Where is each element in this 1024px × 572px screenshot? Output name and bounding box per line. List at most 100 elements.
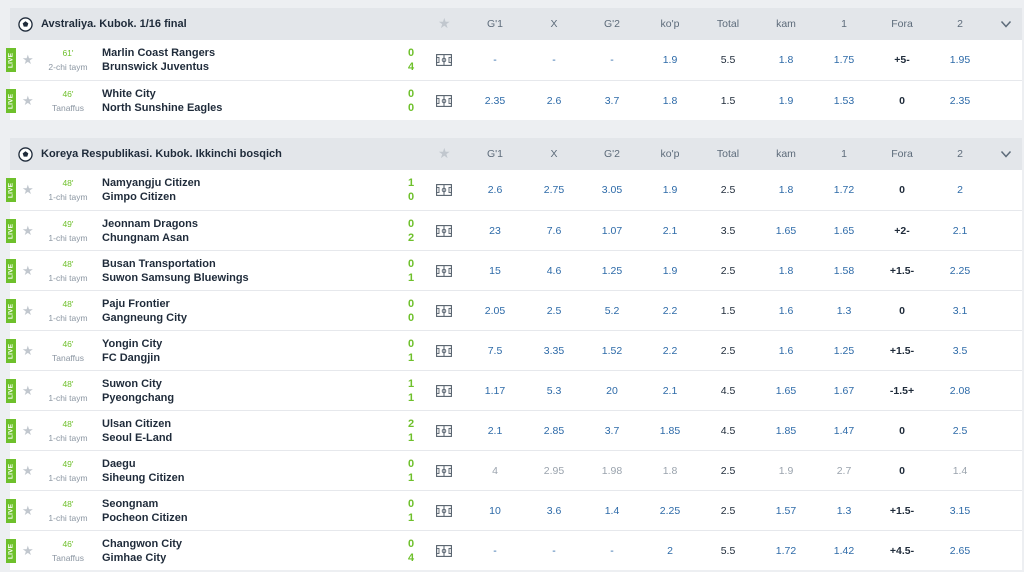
favorite-star-icon[interactable]: ★ xyxy=(22,263,34,279)
odd-cell[interactable]: 1.3 xyxy=(816,491,872,531)
odd-cell[interactable]: 1.8 xyxy=(758,40,814,80)
odd-cell[interactable]: 2.7 xyxy=(816,451,872,491)
team-away[interactable]: Brunswick Juventus xyxy=(102,60,215,74)
odd-cell[interactable]: 2.25 xyxy=(642,491,698,531)
match-row[interactable]: LIVE ★ 48' 1-chi taym Paju Frontier Gangneung… xyxy=(6,290,1022,331)
team-away[interactable]: Suwon Samsung Bluewings xyxy=(102,271,249,285)
odd-cell[interactable]: 1.85 xyxy=(758,411,814,451)
odd-cell[interactable]: 1.6 xyxy=(758,331,814,371)
favorite-star-icon[interactable]: ★ xyxy=(22,343,34,359)
team-home[interactable]: Ulsan Citizen xyxy=(102,417,172,431)
favorite-star-icon[interactable]: ★ xyxy=(22,52,34,68)
odd-cell[interactable]: 1.75 xyxy=(816,40,872,80)
odd-cell[interactable]: 2.1 xyxy=(932,211,988,251)
odd-cell[interactable]: 2.2 xyxy=(642,291,698,331)
odd-cell[interactable]: 2.1 xyxy=(642,371,698,411)
match-row[interactable]: LIVE ★ 49' 1-chi taym Daegu Siheung Citizen 0 1… xyxy=(6,450,1022,491)
team-home[interactable]: Suwon City xyxy=(102,377,174,391)
odd-cell[interactable]: 1.57 xyxy=(758,491,814,531)
favorite-star-icon[interactable]: ★ xyxy=(438,145,451,162)
odd-cell[interactable]: 7.6 xyxy=(526,211,582,251)
odd-cell[interactable]: 2.05 xyxy=(467,291,523,331)
match-row[interactable]: LIVE ★ 46' Tanaffus Yongin City FC Dangjin 0 1 7… xyxy=(6,330,1022,371)
odd-cell[interactable]: 2.35 xyxy=(932,81,988,121)
odd-cell[interactable]: 2.95 xyxy=(526,451,582,491)
team-away[interactable]: North Sunshine Eagles xyxy=(102,101,222,115)
team-away[interactable]: Siheung Citizen xyxy=(102,471,185,485)
favorite-star-icon[interactable]: ★ xyxy=(22,463,34,479)
odd-cell[interactable]: - xyxy=(584,40,640,80)
odd-cell[interactable]: 3.5 xyxy=(932,331,988,371)
odd-cell[interactable]: 1.72 xyxy=(816,170,872,210)
odd-cell[interactable]: 2.85 xyxy=(526,411,582,451)
match-teams[interactable]: Paju Frontier Gangneung City xyxy=(102,297,187,325)
odd-cell[interactable]: 2.6 xyxy=(526,81,582,121)
odd-cell[interactable]: 1.47 xyxy=(816,411,872,451)
odd-cell[interactable]: - xyxy=(526,531,582,571)
field-stats-icon[interactable] xyxy=(436,384,452,397)
odd-cell[interactable]: 10 xyxy=(467,491,523,531)
team-home[interactable]: Yongin City xyxy=(102,337,162,351)
odd-cell[interactable]: 3.15 xyxy=(932,491,988,531)
team-away[interactable]: Pocheon Citizen xyxy=(102,511,188,525)
odd-cell[interactable]: 1.42 xyxy=(816,531,872,571)
odd-cell[interactable]: 1.8 xyxy=(642,451,698,491)
odd-cell[interactable]: 1.25 xyxy=(816,331,872,371)
odd-cell[interactable]: 1.4 xyxy=(584,491,640,531)
odd-cell[interactable]: 1.65 xyxy=(816,211,872,251)
favorite-star-icon[interactable]: ★ xyxy=(438,15,451,32)
odd-cell[interactable]: 1.52 xyxy=(584,331,640,371)
match-row[interactable]: LIVE ★ 48' 1-chi taym Busan Transportation Su… xyxy=(6,250,1022,291)
team-away[interactable]: Gimpo Citizen xyxy=(102,190,200,204)
odd-cell[interactable]: 2 xyxy=(932,170,988,210)
chevron-down-icon[interactable] xyxy=(1000,148,1012,160)
odd-cell[interactable]: 3.1 xyxy=(932,291,988,331)
odd-cell[interactable]: 20 xyxy=(584,371,640,411)
favorite-star-icon[interactable]: ★ xyxy=(22,303,34,319)
odd-cell[interactable]: 1.3 xyxy=(816,291,872,331)
odd-cell[interactable]: 1.07 xyxy=(584,211,640,251)
odd-cell[interactable]: - xyxy=(467,40,523,80)
odd-cell[interactable]: 3.7 xyxy=(584,411,640,451)
team-home[interactable]: Seongnam xyxy=(102,497,188,511)
odd-cell[interactable]: 1.25 xyxy=(584,251,640,291)
team-home[interactable]: Jeonnam Dragons xyxy=(102,217,198,231)
odd-cell[interactable]: 2.1 xyxy=(467,411,523,451)
odd-cell[interactable]: 2 xyxy=(642,531,698,571)
odd-cell[interactable]: 1.8 xyxy=(758,251,814,291)
odd-cell[interactable]: 2.25 xyxy=(932,251,988,291)
field-stats-icon[interactable] xyxy=(436,464,452,477)
team-home[interactable]: Namyangju Citizen xyxy=(102,176,200,190)
odd-cell[interactable]: 2.5 xyxy=(932,411,988,451)
odd-cell[interactable]: - xyxy=(467,531,523,571)
odd-cell[interactable]: 1.72 xyxy=(758,531,814,571)
odd-cell[interactable]: 1.65 xyxy=(758,211,814,251)
odd-cell[interactable]: 2.35 xyxy=(467,81,523,121)
odd-cell[interactable]: 5.2 xyxy=(584,291,640,331)
odd-cell[interactable]: 7.5 xyxy=(467,331,523,371)
match-row[interactable]: LIVE ★ 48' 1-chi taym Ulsan Citizen Seoul E-L… xyxy=(6,410,1022,451)
favorite-star-icon[interactable]: ★ xyxy=(22,182,34,198)
match-teams[interactable]: Namyangju Citizen Gimpo Citizen xyxy=(102,176,200,204)
match-row[interactable]: LIVE ★ 48' 1-chi taym Seongnam Pocheon Citize… xyxy=(6,490,1022,531)
match-teams[interactable]: Suwon City Pyeongchang xyxy=(102,377,174,405)
field-stats-icon[interactable] xyxy=(436,183,452,196)
odd-cell[interactable]: 5.3 xyxy=(526,371,582,411)
match-teams[interactable]: Seongnam Pocheon Citizen xyxy=(102,497,188,525)
odd-cell[interactable]: 1.67 xyxy=(816,371,872,411)
favorite-star-icon[interactable]: ★ xyxy=(22,223,34,239)
odd-cell[interactable]: 1.8 xyxy=(642,81,698,121)
team-away[interactable]: Gangneung City xyxy=(102,311,187,325)
team-away[interactable]: Pyeongchang xyxy=(102,391,174,405)
team-home[interactable]: Daegu xyxy=(102,457,185,471)
match-teams[interactable]: Changwon City Gimhae City xyxy=(102,537,182,565)
favorite-star-icon[interactable]: ★ xyxy=(22,543,34,559)
field-stats-icon[interactable] xyxy=(436,424,452,437)
league-header[interactable]: Avstraliya. Kubok. 1/16 final ★ G'1 X G'2 ko'… xyxy=(10,8,1022,40)
odd-cell[interactable]: - xyxy=(584,531,640,571)
odd-cell[interactable]: 2.75 xyxy=(526,170,582,210)
odd-cell[interactable]: 1.9 xyxy=(758,81,814,121)
league-title[interactable]: Koreya Respublikasi. Kubok. Ikkinchi bos… xyxy=(41,148,282,160)
team-home[interactable]: Marlin Coast Rangers xyxy=(102,46,215,60)
match-teams[interactable]: White City North Sunshine Eagles xyxy=(102,87,222,115)
